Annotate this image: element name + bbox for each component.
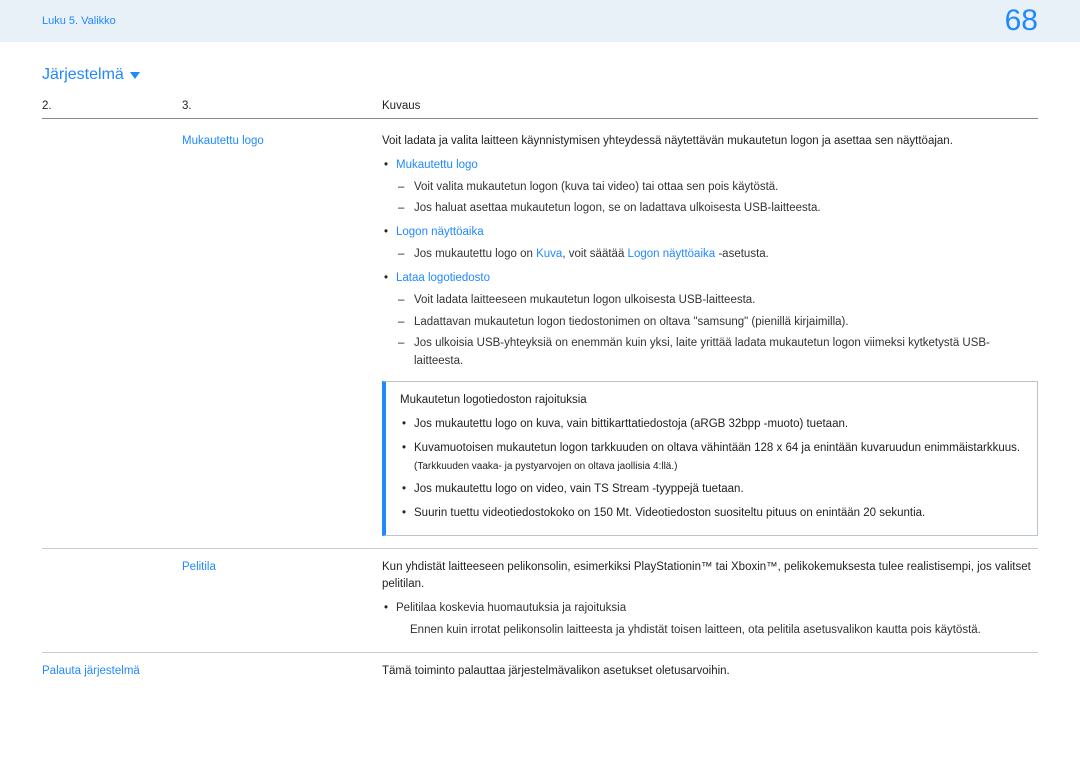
callout-bullet: Suurin tuettu videotiedostokoko on 150 M… xyxy=(400,505,1023,523)
table-header-3: 3. xyxy=(182,100,382,112)
callout-bullet: Kuvamuotoisen mukautetun logon tarkkuude… xyxy=(400,440,1023,475)
table-header-row: 2. 3. Kuvaus xyxy=(42,100,1038,119)
table-header-kuvaus: Kuvaus xyxy=(382,100,1038,112)
item-title: Mukautettu logo xyxy=(396,159,478,171)
item-line: Jos haluat asettaa mukautetun logon, se … xyxy=(396,200,1038,218)
keyword-logon-nayttoaika: Logon näyttöaika xyxy=(628,248,716,260)
item-logon-nayttoaika: Logon näyttöaika Jos mukautettu logo on … xyxy=(382,224,1038,264)
breadcrumb: Luku 5. Valikko xyxy=(42,15,116,27)
item-mukautettu-logo: Mukautettu logo Voit valita mukautetun l… xyxy=(382,157,1038,218)
callout-logo-restrictions: Mukautetun logotiedoston rajoituksia Jos… xyxy=(382,381,1038,536)
row2-bullet-title: Pelitilaa koskevia huomautuksia ja rajoi… xyxy=(396,602,626,614)
page-content: Järjestelmä 2. 3. Kuvaus Mukautettu logo… xyxy=(0,42,1080,693)
row2-description: Kun yhdistät laitteeseen pelikonsolin, e… xyxy=(382,559,1038,640)
row3-intro: Tämä toiminto palauttaa järjestelmävalik… xyxy=(382,663,1038,681)
header-bar: Luku 5. Valikko 68 xyxy=(0,0,1080,42)
item-line: Voit ladata laitteeseen mukautetun logon… xyxy=(396,292,1038,310)
keyword-kuva: Kuva xyxy=(536,248,562,260)
item-title: Lataa logotiedosto xyxy=(396,272,490,284)
item-line: Jos ulkoisia USB-yhteyksiä on enemmän ku… xyxy=(396,335,1038,371)
row2-col2: Pelitila xyxy=(182,559,382,640)
table-row: Mukautettu logo Voit ladata ja valita la… xyxy=(42,129,1038,548)
row1-description: Voit ladata ja valita laitteen käynnisty… xyxy=(382,133,1038,536)
item-title: Logon näyttöaika xyxy=(396,226,484,238)
callout-subnote: (Tarkkuuden vaaka- ja pystyarvojen on ol… xyxy=(414,459,1023,475)
row3-col1: Palauta järjestelmä xyxy=(42,663,382,681)
text: Jos mukautettu logo on xyxy=(414,248,536,260)
callout-bullet: Jos mukautettu logo on kuva, vain bittik… xyxy=(400,416,1023,434)
item-lataa-logotiedosto: Lataa logotiedosto Voit ladata laitteese… xyxy=(382,270,1038,371)
item-line: Jos mukautettu logo on Kuva, voit säätää… xyxy=(396,246,1038,264)
page-number: 68 xyxy=(1005,4,1038,38)
item-line: Ladattavan mukautetun logon tiedostonime… xyxy=(396,314,1038,332)
row3-description: Tämä toiminto palauttaa järjestelmävalik… xyxy=(382,663,1038,681)
callout-bullet: Jos mukautettu logo on video, vain TS St… xyxy=(400,481,1023,499)
section-title-label: Järjestelmä xyxy=(42,66,124,84)
item-line: Voit valita mukautetun logon (kuva tai v… xyxy=(396,179,1038,197)
section-title: Järjestelmä xyxy=(42,66,1038,84)
row1-col1 xyxy=(42,133,182,536)
table-row: Palauta järjestelmä Tämä toiminto palaut… xyxy=(42,652,1038,693)
row2-bullet: Pelitilaa koskevia huomautuksia ja rajoi… xyxy=(382,600,1038,640)
row1-col2: Mukautettu logo xyxy=(182,133,382,536)
row2-bullet-line: Ennen kuin irrotat pelikonsolin laittees… xyxy=(396,622,1038,640)
table-header-2: 2. xyxy=(42,100,182,112)
text: -asetusta. xyxy=(715,248,769,260)
callout-bullet-text: Kuvamuotoisen mukautetun logon tarkkuude… xyxy=(414,442,1020,454)
text: , voit säätää xyxy=(562,248,627,260)
row1-intro: Voit ladata ja valita laitteen käynnisty… xyxy=(382,133,1038,151)
chevron-down-icon xyxy=(130,72,140,79)
callout-title: Mukautetun logotiedoston rajoituksia xyxy=(400,392,1023,410)
row2-intro: Kun yhdistät laitteeseen pelikonsolin, e… xyxy=(382,559,1038,595)
table-row: Pelitila Kun yhdistät laitteeseen peliko… xyxy=(42,548,1038,652)
row2-col1 xyxy=(42,559,182,640)
